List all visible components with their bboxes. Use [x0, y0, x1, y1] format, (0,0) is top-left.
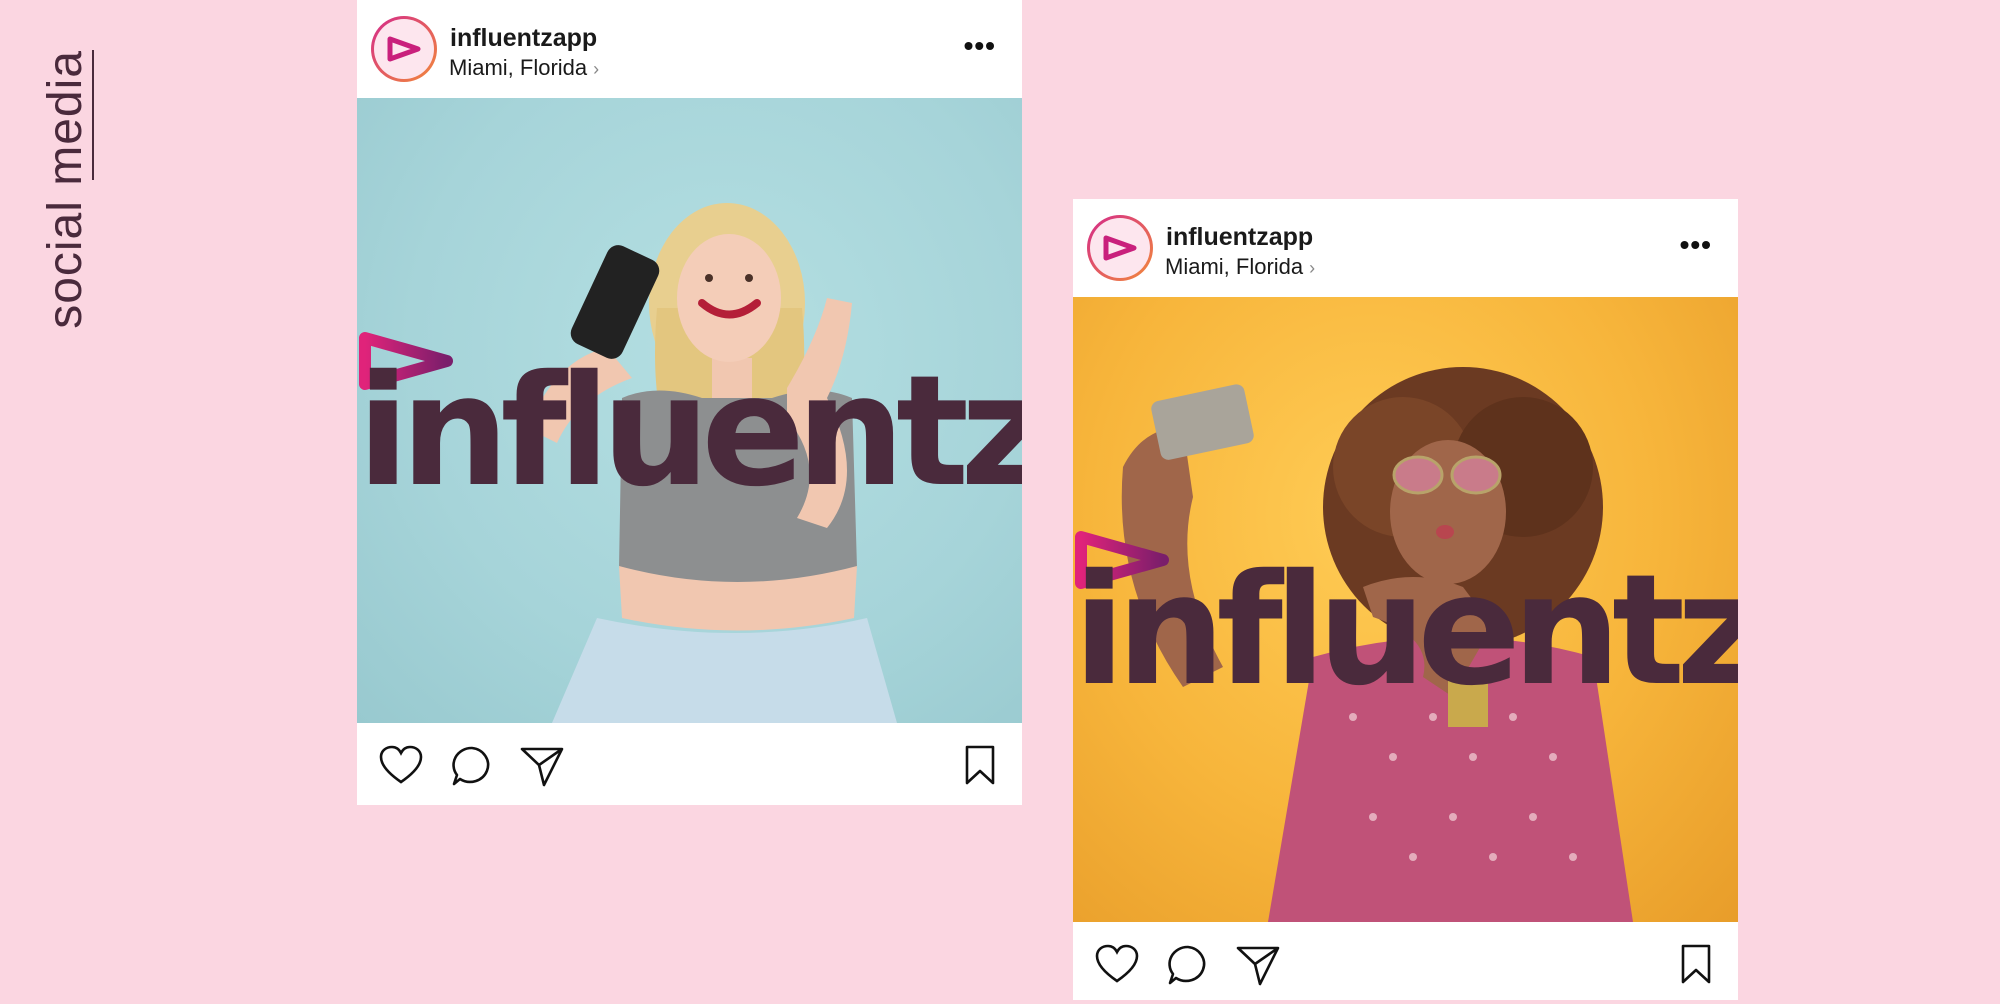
brand-wordmark: influentz: [357, 343, 1022, 521]
chevron-right-icon: ›: [1309, 258, 1316, 278]
side-label-text: social media: [38, 50, 92, 329]
brand-wordmark: influentz: [1073, 542, 1738, 720]
avatar[interactable]: [371, 16, 437, 82]
post-header: influentzapp Miami, Florida › •••: [357, 0, 1022, 98]
action-bar: [357, 723, 1022, 805]
side-label: social media: [30, 50, 120, 380]
send-icon[interactable]: [520, 745, 564, 787]
action-bar: [1073, 922, 1738, 1004]
heart-icon[interactable]: [379, 745, 423, 785]
play-logo-icon: [1103, 235, 1137, 261]
location[interactable]: Miami, Florida ›: [449, 55, 599, 81]
side-label-rule: [92, 50, 94, 180]
location-text: Miami, Florida: [1165, 254, 1304, 279]
username[interactable]: influentzapp: [450, 24, 597, 53]
avatar[interactable]: [1087, 215, 1153, 281]
comment-icon[interactable]: [1167, 944, 1209, 986]
post-card-2: influentzapp Miami, Florida › ••• influe…: [1073, 199, 1738, 1000]
bookmark-icon[interactable]: [1680, 944, 1712, 984]
post-card-1: influentzapp Miami, Florida › ••• influe…: [357, 0, 1022, 805]
post-header: influentzapp Miami, Florida › •••: [1073, 199, 1738, 297]
more-icon[interactable]: •••: [964, 30, 996, 62]
post-image[interactable]: influentz: [357, 98, 1022, 723]
play-logo-icon: [387, 36, 421, 62]
chevron-right-icon: ›: [593, 59, 600, 79]
send-icon[interactable]: [1236, 944, 1280, 986]
more-icon[interactable]: •••: [1680, 229, 1712, 261]
location[interactable]: Miami, Florida ›: [1165, 254, 1315, 280]
bookmark-icon[interactable]: [964, 745, 996, 785]
comment-icon[interactable]: [451, 745, 493, 787]
location-text: Miami, Florida: [449, 55, 588, 80]
post-image[interactable]: influentz: [1073, 297, 1738, 922]
heart-icon[interactable]: [1095, 944, 1139, 984]
username[interactable]: influentzapp: [1166, 223, 1313, 252]
